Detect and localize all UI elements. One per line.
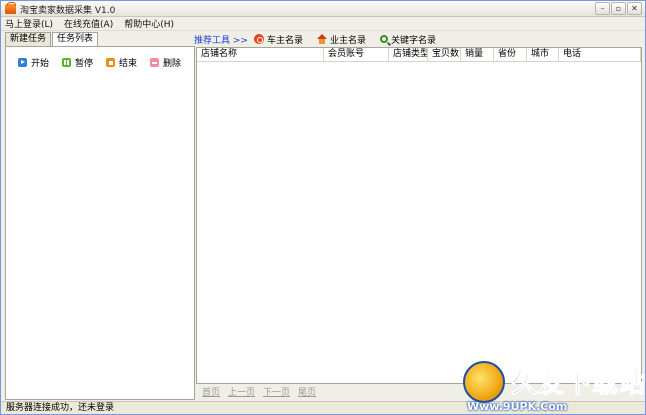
column-header-phone[interactable]: 电话 — [559, 48, 641, 61]
play-icon — [18, 58, 27, 67]
column-header-item-count[interactable]: 宝贝数 — [428, 48, 461, 61]
next-page-link[interactable]: 下一页 — [263, 385, 290, 398]
delete-label: 删除 — [163, 59, 182, 69]
column-header-shop-name[interactable]: 店铺名称 — [197, 48, 324, 61]
status-text: 服务器连接成功，还未登录 — [6, 403, 115, 413]
pause-button[interactable]: 暂停 — [62, 56, 93, 69]
menu-login[interactable]: 马上登录(L) — [5, 17, 53, 30]
watermark-url: Www.9UPK.Com — [467, 400, 568, 413]
start-label: 开始 — [31, 59, 50, 69]
task-panel: 开始 暂停 结束 删除 — [5, 46, 195, 400]
column-header-member-account[interactable]: 会员账号 — [324, 48, 389, 61]
menu-recharge[interactable]: 在线充值(A) — [64, 17, 113, 30]
window-title: 淘宝卖家数据采集 V1.0 — [20, 6, 116, 16]
tool-property-owner-list[interactable]: 业主名录 — [316, 33, 366, 46]
column-header-shop-type[interactable]: 店铺类型 — [389, 48, 428, 61]
task-action-bar: 开始 暂停 结束 删除 — [18, 56, 194, 69]
app-window: 淘宝卖家数据采集 V1.0 – ▫ ✕ 马上登录(L) 在线充值(A) 帮助中心… — [0, 0, 646, 415]
house-icon — [316, 34, 327, 44]
stop-icon — [106, 58, 115, 67]
table-header: 店铺名称 会员账号 店铺类型 宝贝数 销量 省份 城市 电话 — [197, 48, 641, 62]
close-button[interactable]: ✕ — [627, 2, 642, 15]
tool-label: 关键字名录 — [390, 35, 436, 46]
last-page-link[interactable]: 尾页 — [298, 385, 316, 398]
menu-bar: 马上登录(L) 在线充值(A) 帮助中心(H) — [1, 17, 645, 31]
shopping-bag-icon — [5, 2, 16, 14]
stop-label: 结束 — [119, 59, 138, 69]
prev-page-link[interactable]: 上一页 — [228, 385, 255, 398]
pagination: 首页 上一页 下一页 尾页 — [202, 385, 324, 398]
globe-icon — [463, 361, 505, 403]
delete-icon — [150, 58, 159, 67]
tool-keyword-list[interactable]: 关键字名录 — [379, 33, 436, 46]
start-button[interactable]: 开始 — [18, 56, 49, 69]
results-table[interactable]: 店铺名称 会员账号 店铺类型 宝贝数 销量 省份 城市 电话 — [196, 47, 642, 384]
pause-label: 暂停 — [75, 59, 94, 69]
car-icon — [253, 34, 264, 44]
watermark-brand: 久友下载站 — [510, 369, 646, 400]
recommended-tools-label: 推荐工具 >> — [194, 35, 248, 46]
column-header-province[interactable]: 省份 — [494, 48, 527, 61]
maximize-button[interactable]: ▫ — [611, 2, 626, 15]
tool-label: 车主名录 — [266, 35, 303, 46]
pause-icon — [62, 58, 71, 67]
tab-strip: 新建任务 任务列表 — [5, 32, 99, 47]
stop-button[interactable]: 结束 — [106, 56, 137, 69]
tool-car-owner-list[interactable]: 车主名录 — [253, 33, 303, 46]
watermark-logo: 久友下载站 Www.9UPK.Com — [459, 359, 646, 415]
recommended-tools: 推荐工具 >> 车主名录 业主名录 关键字名录 — [194, 32, 450, 46]
tab-task-list[interactable]: 任务列表 — [52, 32, 99, 47]
search-icon — [379, 35, 388, 43]
window-controls: – ▫ ✕ — [595, 2, 642, 15]
menu-help[interactable]: 帮助中心(H) — [124, 17, 174, 30]
minimize-button[interactable]: – — [595, 2, 610, 15]
tab-new-task[interactable]: 新建任务 — [5, 32, 52, 46]
delete-button[interactable]: 删除 — [150, 56, 181, 69]
column-header-city[interactable]: 城市 — [527, 48, 559, 61]
column-header-sales[interactable]: 销量 — [461, 48, 494, 61]
tool-label: 业主名录 — [329, 35, 366, 46]
title-bar[interactable]: 淘宝卖家数据采集 V1.0 – ▫ ✕ — [1, 1, 645, 17]
first-page-link[interactable]: 首页 — [202, 385, 220, 398]
